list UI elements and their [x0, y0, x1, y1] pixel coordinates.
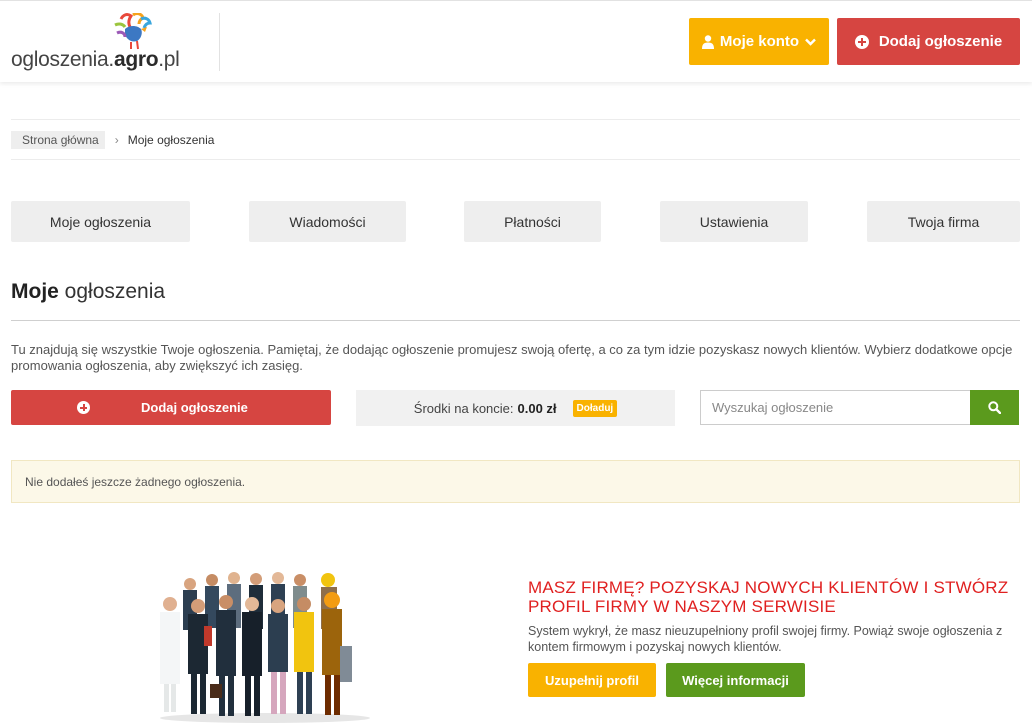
search-button[interactable] — [970, 390, 1019, 425]
breadcrumb-current: Moje ogłoszenia — [127, 133, 215, 147]
intro-text: Tu znajdują się wszystkie Twoje ogłoszen… — [11, 342, 1013, 373]
account-balance: Środki na koncie: 0.00 zł Doładuj — [356, 390, 675, 426]
balance-label: Środki na koncie: — [413, 400, 514, 416]
promo-text: System wykrył, że masz nieuzupełniony pr… — [528, 624, 1003, 654]
site-logo[interactable]: ogloszenia.agro.pl — [11, 13, 211, 73]
breadcrumb-divider-bottom — [11, 159, 1020, 160]
promo-heading: MASZ FIRMĘ? POZYSKAJ NOWYCH KLIENTÓW I S… — [528, 578, 1009, 616]
plus-circle-icon — [854, 34, 869, 49]
top-up-button[interactable]: Doładuj — [572, 399, 618, 417]
add-listing-header-label: Dodaj ogłoszenie — [878, 33, 1003, 50]
tab-messages[interactable]: Wiadomości — [249, 201, 406, 242]
add-listing-label: Dodaj ogłoszenie — [141, 400, 248, 415]
user-icon — [701, 34, 714, 49]
tab-your-company[interactable]: Twoja firma — [867, 201, 1020, 242]
empty-listings-notice: Nie dodałeś jeszcze żadnego ogłoszenia. — [11, 460, 1020, 503]
plus-circle-icon — [77, 401, 90, 414]
logo-text: ogloszenia.agro.pl — [11, 48, 180, 71]
breadcrumb: Strona główna › Moje ogłoszenia — [11, 131, 214, 149]
chevron-down-icon — [805, 38, 816, 46]
add-listing-header-button[interactable]: Dodaj ogłoszenie — [837, 18, 1020, 65]
tab-payments[interactable]: Płatności — [464, 201, 601, 242]
add-listing-button[interactable]: Dodaj ogłoszenie — [11, 390, 331, 425]
tab-my-listings[interactable]: Moje ogłoszenia — [11, 201, 190, 242]
tab-settings[interactable]: Ustawienia — [660, 201, 808, 242]
complete-profile-button[interactable]: Uzupełnij profil — [528, 663, 656, 697]
header-divider — [219, 13, 220, 71]
page-title: Moje ogłoszenia — [11, 280, 166, 303]
balance-amount: 0.00 zł — [517, 400, 557, 416]
breadcrumb-separator: › — [114, 133, 119, 147]
search-listings-input[interactable] — [700, 390, 971, 425]
rooster-logo-icon — [114, 13, 152, 50]
site-header: ogloszenia.agro.pl Moje konto Dodaj ogło… — [0, 0, 1032, 82]
my-account-label: Moje konto — [719, 33, 800, 50]
breadcrumb-divider-top — [11, 119, 1020, 120]
breadcrumb-home-link[interactable]: Strona główna — [11, 131, 105, 149]
title-divider — [11, 320, 1020, 321]
search-icon — [988, 401, 1001, 414]
business-people-illustration — [160, 572, 370, 723]
more-info-button[interactable]: Więcej informacji — [666, 663, 805, 697]
my-account-button[interactable]: Moje konto — [689, 18, 829, 65]
